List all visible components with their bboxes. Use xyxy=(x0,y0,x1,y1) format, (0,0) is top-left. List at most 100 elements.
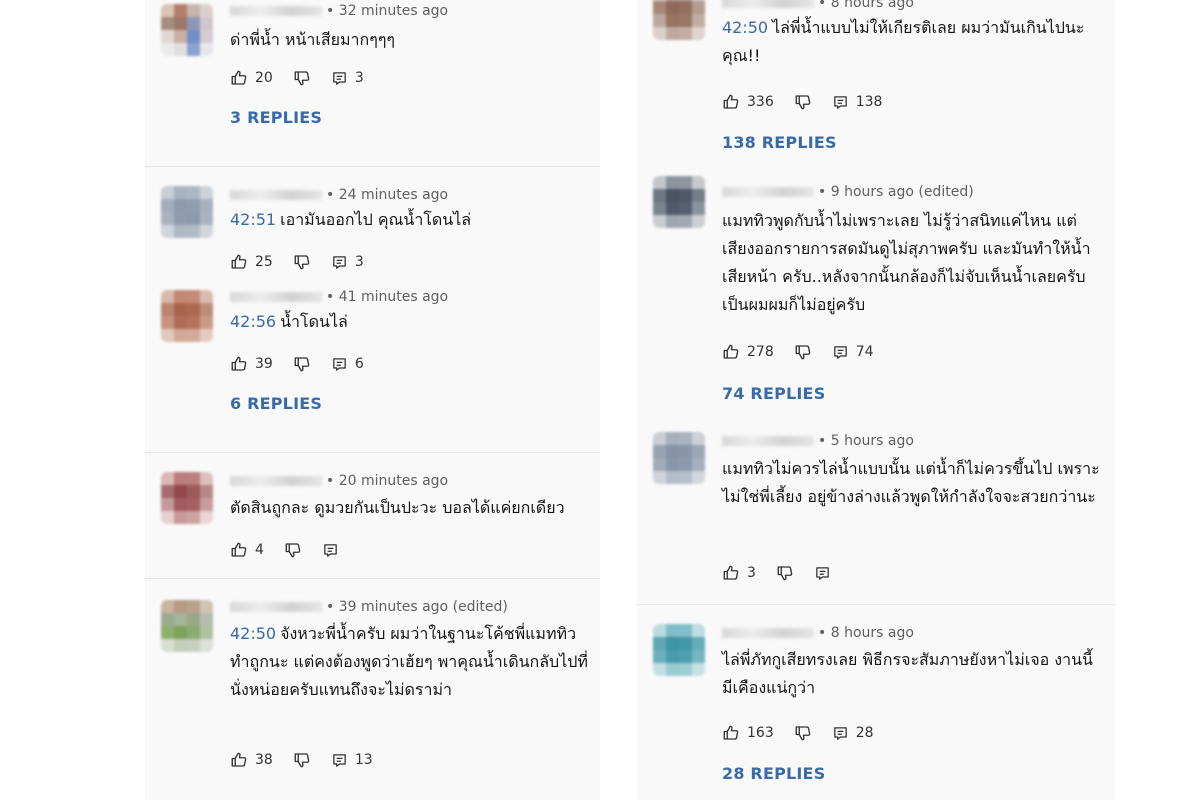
author-name-redacted[interactable] xyxy=(722,0,814,8)
avatar[interactable] xyxy=(653,624,705,676)
reply-count: 6 xyxy=(354,356,364,372)
reply-count: 13 xyxy=(354,752,373,768)
author-name-redacted[interactable] xyxy=(722,628,814,638)
reply-button[interactable]: 13 xyxy=(331,752,373,769)
author-name-redacted[interactable] xyxy=(230,602,322,612)
like-button[interactable]: 3 xyxy=(722,564,756,582)
comment-body: ตัดสินถูกละ ดูมวยกันเป็นปะวะ บอลได้แค่ยก… xyxy=(230,498,565,517)
timestamp-link[interactable]: 42:50 xyxy=(722,18,768,37)
author-name-redacted[interactable] xyxy=(230,6,322,16)
comment-text: ตัดสินถูกละ ดูมวยกันเป็นปะวะ บอลได้แค่ยก… xyxy=(230,494,590,522)
comment-meta: • 5 hours ago xyxy=(722,433,914,449)
dislike-button[interactable] xyxy=(293,253,311,271)
comment-divider xyxy=(637,604,1115,605)
comment-time: • 41 minutes ago xyxy=(326,289,449,305)
avatar[interactable] xyxy=(161,4,213,56)
comment-time: • 9 hours ago (edited) xyxy=(818,184,974,200)
timestamp-link[interactable]: 42:50 xyxy=(230,624,276,643)
avatar[interactable] xyxy=(161,186,213,238)
like-button[interactable]: 38 xyxy=(230,751,273,769)
reply-button[interactable]: 138 xyxy=(832,94,883,111)
reply-icon xyxy=(331,752,348,769)
author-name-redacted[interactable] xyxy=(230,292,322,302)
reply-button[interactable]: 6 xyxy=(331,356,364,373)
reply-icon xyxy=(322,542,339,559)
comment-meta: • 41 minutes ago xyxy=(230,289,448,305)
thumbs-down-icon xyxy=(293,69,311,87)
author-name-redacted[interactable] xyxy=(722,436,814,446)
like-button[interactable]: 278 xyxy=(722,343,774,361)
comment-divider xyxy=(145,578,600,579)
comment-meta: • 32 minutes ago xyxy=(230,3,448,19)
comment-meta: • 8 hours ago xyxy=(722,0,914,11)
comment-meta: • 20 minutes ago xyxy=(230,473,448,489)
like-button[interactable]: 163 xyxy=(722,724,774,742)
view-replies-button[interactable]: 6 REPLIES xyxy=(230,394,322,413)
reply-button[interactable] xyxy=(814,565,831,582)
avatar[interactable] xyxy=(653,176,705,228)
thumbs-up-icon xyxy=(722,93,740,111)
comment-actions: 20 3 xyxy=(230,69,384,87)
avatar[interactable] xyxy=(161,472,213,524)
view-replies-button[interactable]: 28 REPLIES xyxy=(722,764,825,783)
reply-icon xyxy=(832,344,849,361)
dislike-button[interactable] xyxy=(293,751,311,769)
like-count: 39 xyxy=(255,356,273,372)
comment-meta: • 9 hours ago (edited) xyxy=(722,184,974,200)
author-name-redacted[interactable] xyxy=(230,476,322,486)
reply-button[interactable]: 3 xyxy=(331,254,364,271)
thumbs-up-icon xyxy=(230,69,248,87)
thumbs-up-icon xyxy=(230,541,248,559)
like-button[interactable]: 336 xyxy=(722,93,774,111)
view-replies-button[interactable]: 74 REPLIES xyxy=(722,384,825,403)
avatar[interactable] xyxy=(653,432,705,484)
comment-time: • 8 hours ago xyxy=(818,625,914,641)
comment-divider xyxy=(145,166,600,167)
avatar[interactable] xyxy=(653,0,705,40)
like-button[interactable]: 39 xyxy=(230,355,273,373)
dislike-button[interactable] xyxy=(794,724,812,742)
dislike-button[interactable] xyxy=(284,541,302,559)
reply-icon xyxy=(331,70,348,87)
reply-button[interactable]: 28 xyxy=(832,725,874,742)
comment-body: จังหวะพี่น้ำครับ ผมว่าในฐานะโค้ชพี่แมททิ… xyxy=(230,624,588,699)
dislike-button[interactable] xyxy=(293,355,311,373)
comment-body: ไล่พี่น้ำแบบไม่ให้เกียรติเลย ผมว่ามันเกิ… xyxy=(722,18,1085,65)
avatar[interactable] xyxy=(161,600,213,652)
reply-button[interactable]: 3 xyxy=(331,70,364,87)
comment-text: ไล่พี่ภัทกูเสียทรงเลย พิธีกรจะสัมภาษยังห… xyxy=(722,646,1102,702)
thumbs-up-icon xyxy=(722,343,740,361)
thumbs-up-icon xyxy=(722,724,740,742)
comment-meta: • 39 minutes ago (edited) xyxy=(230,599,508,615)
timestamp-link[interactable]: 42:51 xyxy=(230,210,276,229)
timestamp-link[interactable]: 42:56 xyxy=(230,312,276,331)
comment-text: ด่าพี่น้ำ หน้าเสียมากๆๆๆ xyxy=(230,26,590,54)
reply-count: 138 xyxy=(855,94,883,110)
avatar[interactable] xyxy=(161,290,213,342)
comment-body: เอามันออกไป คุณน้ำโดนไล่ xyxy=(280,210,472,229)
reply-button[interactable] xyxy=(322,542,339,559)
thumbs-down-icon xyxy=(293,355,311,373)
like-count: 25 xyxy=(255,254,273,270)
like-count: 163 xyxy=(747,725,774,741)
dislike-button[interactable] xyxy=(776,564,794,582)
reply-button[interactable]: 74 xyxy=(832,344,874,361)
like-button[interactable]: 20 xyxy=(230,69,273,87)
thumbs-down-icon xyxy=(284,541,302,559)
like-button[interactable]: 4 xyxy=(230,541,264,559)
comment-time: • 20 minutes ago xyxy=(326,473,449,489)
comment-text: แมททิวไม่ควรไล่น้ำแบบนั้น แต่น้ำก็ไม่ควร… xyxy=(722,455,1102,511)
thumbs-up-icon xyxy=(230,751,248,769)
dislike-button[interactable] xyxy=(293,69,311,87)
view-replies-button[interactable]: 3 REPLIES xyxy=(230,108,322,127)
comment-text: 42:51 เอามันออกไป คุณน้ำโดนไล่ xyxy=(230,206,590,234)
comment-actions: 4 xyxy=(230,541,359,559)
author-name-redacted[interactable] xyxy=(230,190,322,200)
comment-time: • 24 minutes ago xyxy=(326,187,449,203)
view-replies-button[interactable]: 138 REPLIES xyxy=(722,133,837,152)
author-name-redacted[interactable] xyxy=(722,187,814,197)
dislike-button[interactable] xyxy=(794,343,812,361)
dislike-button[interactable] xyxy=(794,93,812,111)
like-button[interactable]: 25 xyxy=(230,253,273,271)
comment-time: • 5 hours ago xyxy=(818,433,914,449)
